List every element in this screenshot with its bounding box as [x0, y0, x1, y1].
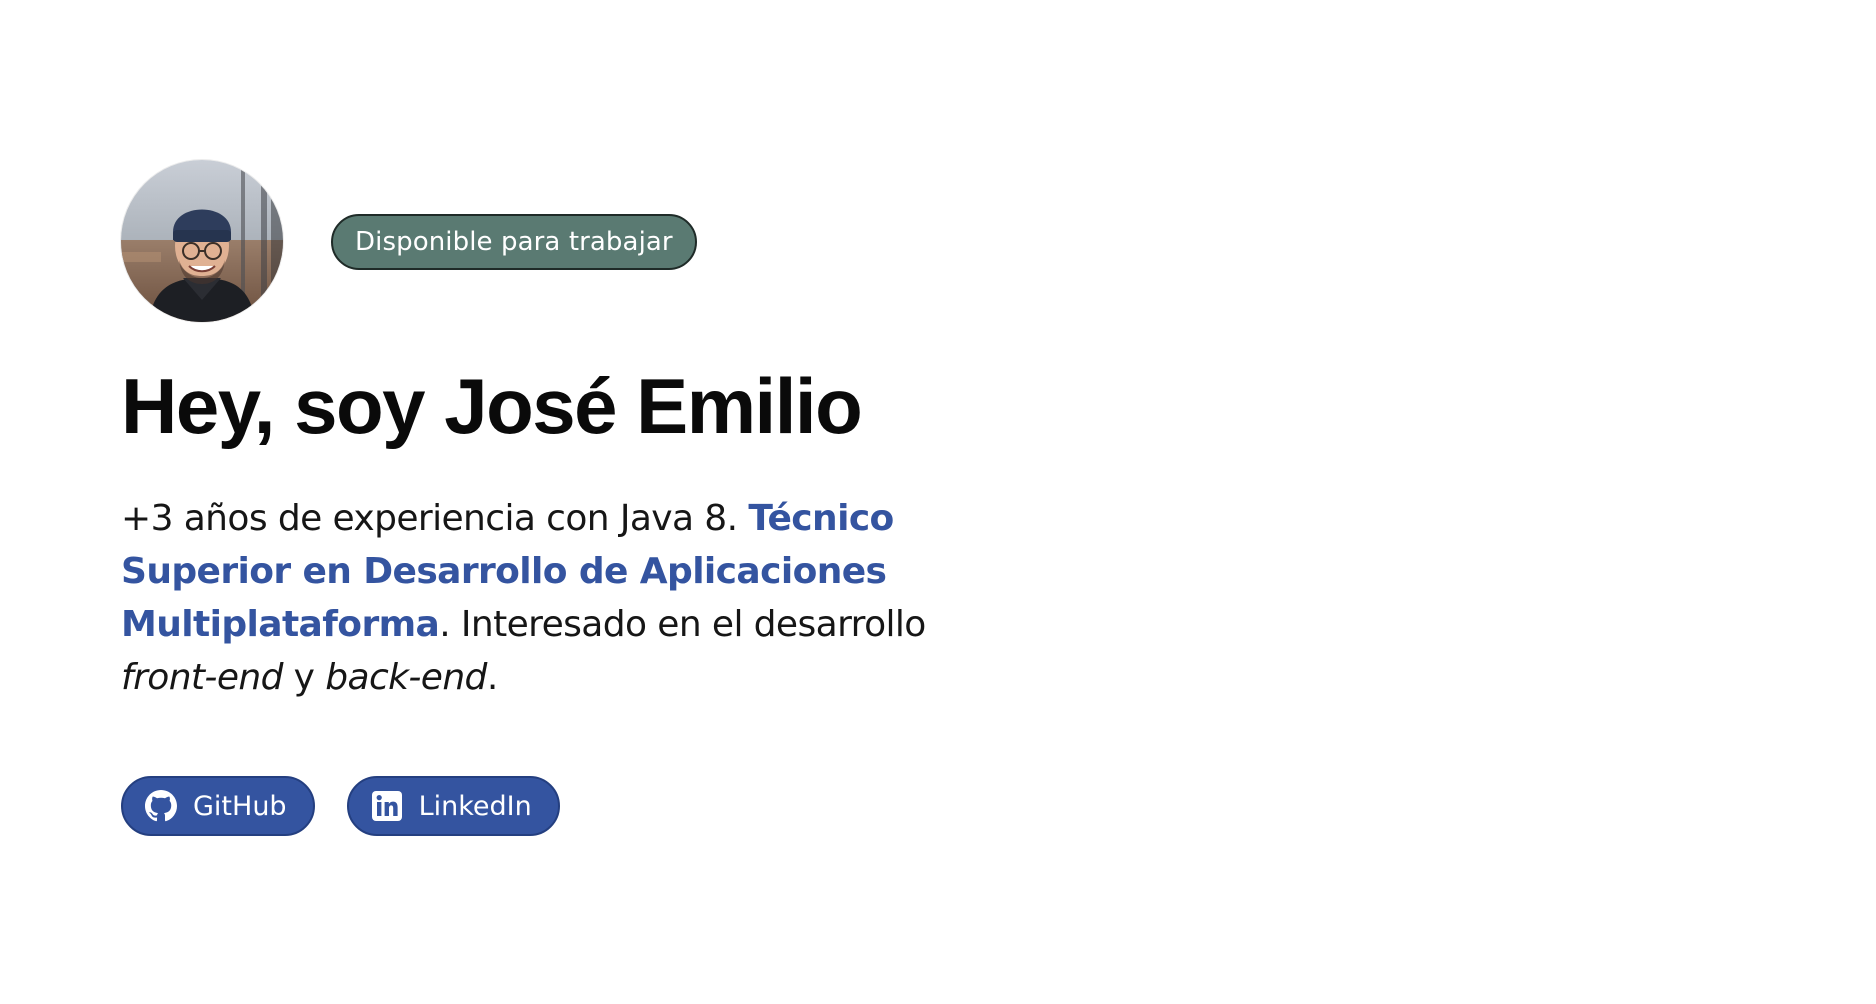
github-button[interactable]: GitHub	[121, 776, 315, 836]
avatar	[121, 160, 283, 322]
status-badge: Disponible para trabajar	[331, 214, 697, 270]
page-title: Hey, soy José Emilio	[121, 362, 863, 450]
linkedin-button[interactable]: LinkedIn	[346, 776, 560, 836]
description-backend: back-end	[325, 657, 487, 698]
description-intro: +3 años de experiencia con Java 8.	[121, 498, 749, 539]
description-frontend: front-end	[121, 657, 283, 698]
description-end: .	[486, 657, 498, 698]
linkedin-label: LinkedIn	[418, 790, 532, 822]
hero-section: Disponible para trabajar Hey, soy José E…	[121, 160, 1021, 836]
github-label: GitHub	[193, 790, 287, 822]
profile-description: +3 años de experiencia con Java 8. Técni…	[121, 492, 981, 704]
github-icon	[145, 790, 177, 822]
hero-top-row: Disponible para trabajar	[121, 160, 1021, 322]
description-and: y	[282, 657, 326, 698]
profile-photo-icon	[121, 160, 283, 322]
social-links: GitHub LinkedIn	[121, 776, 1021, 836]
description-middle: . Interesado en el desarrollo	[439, 604, 926, 645]
linkedin-icon	[371, 790, 403, 822]
